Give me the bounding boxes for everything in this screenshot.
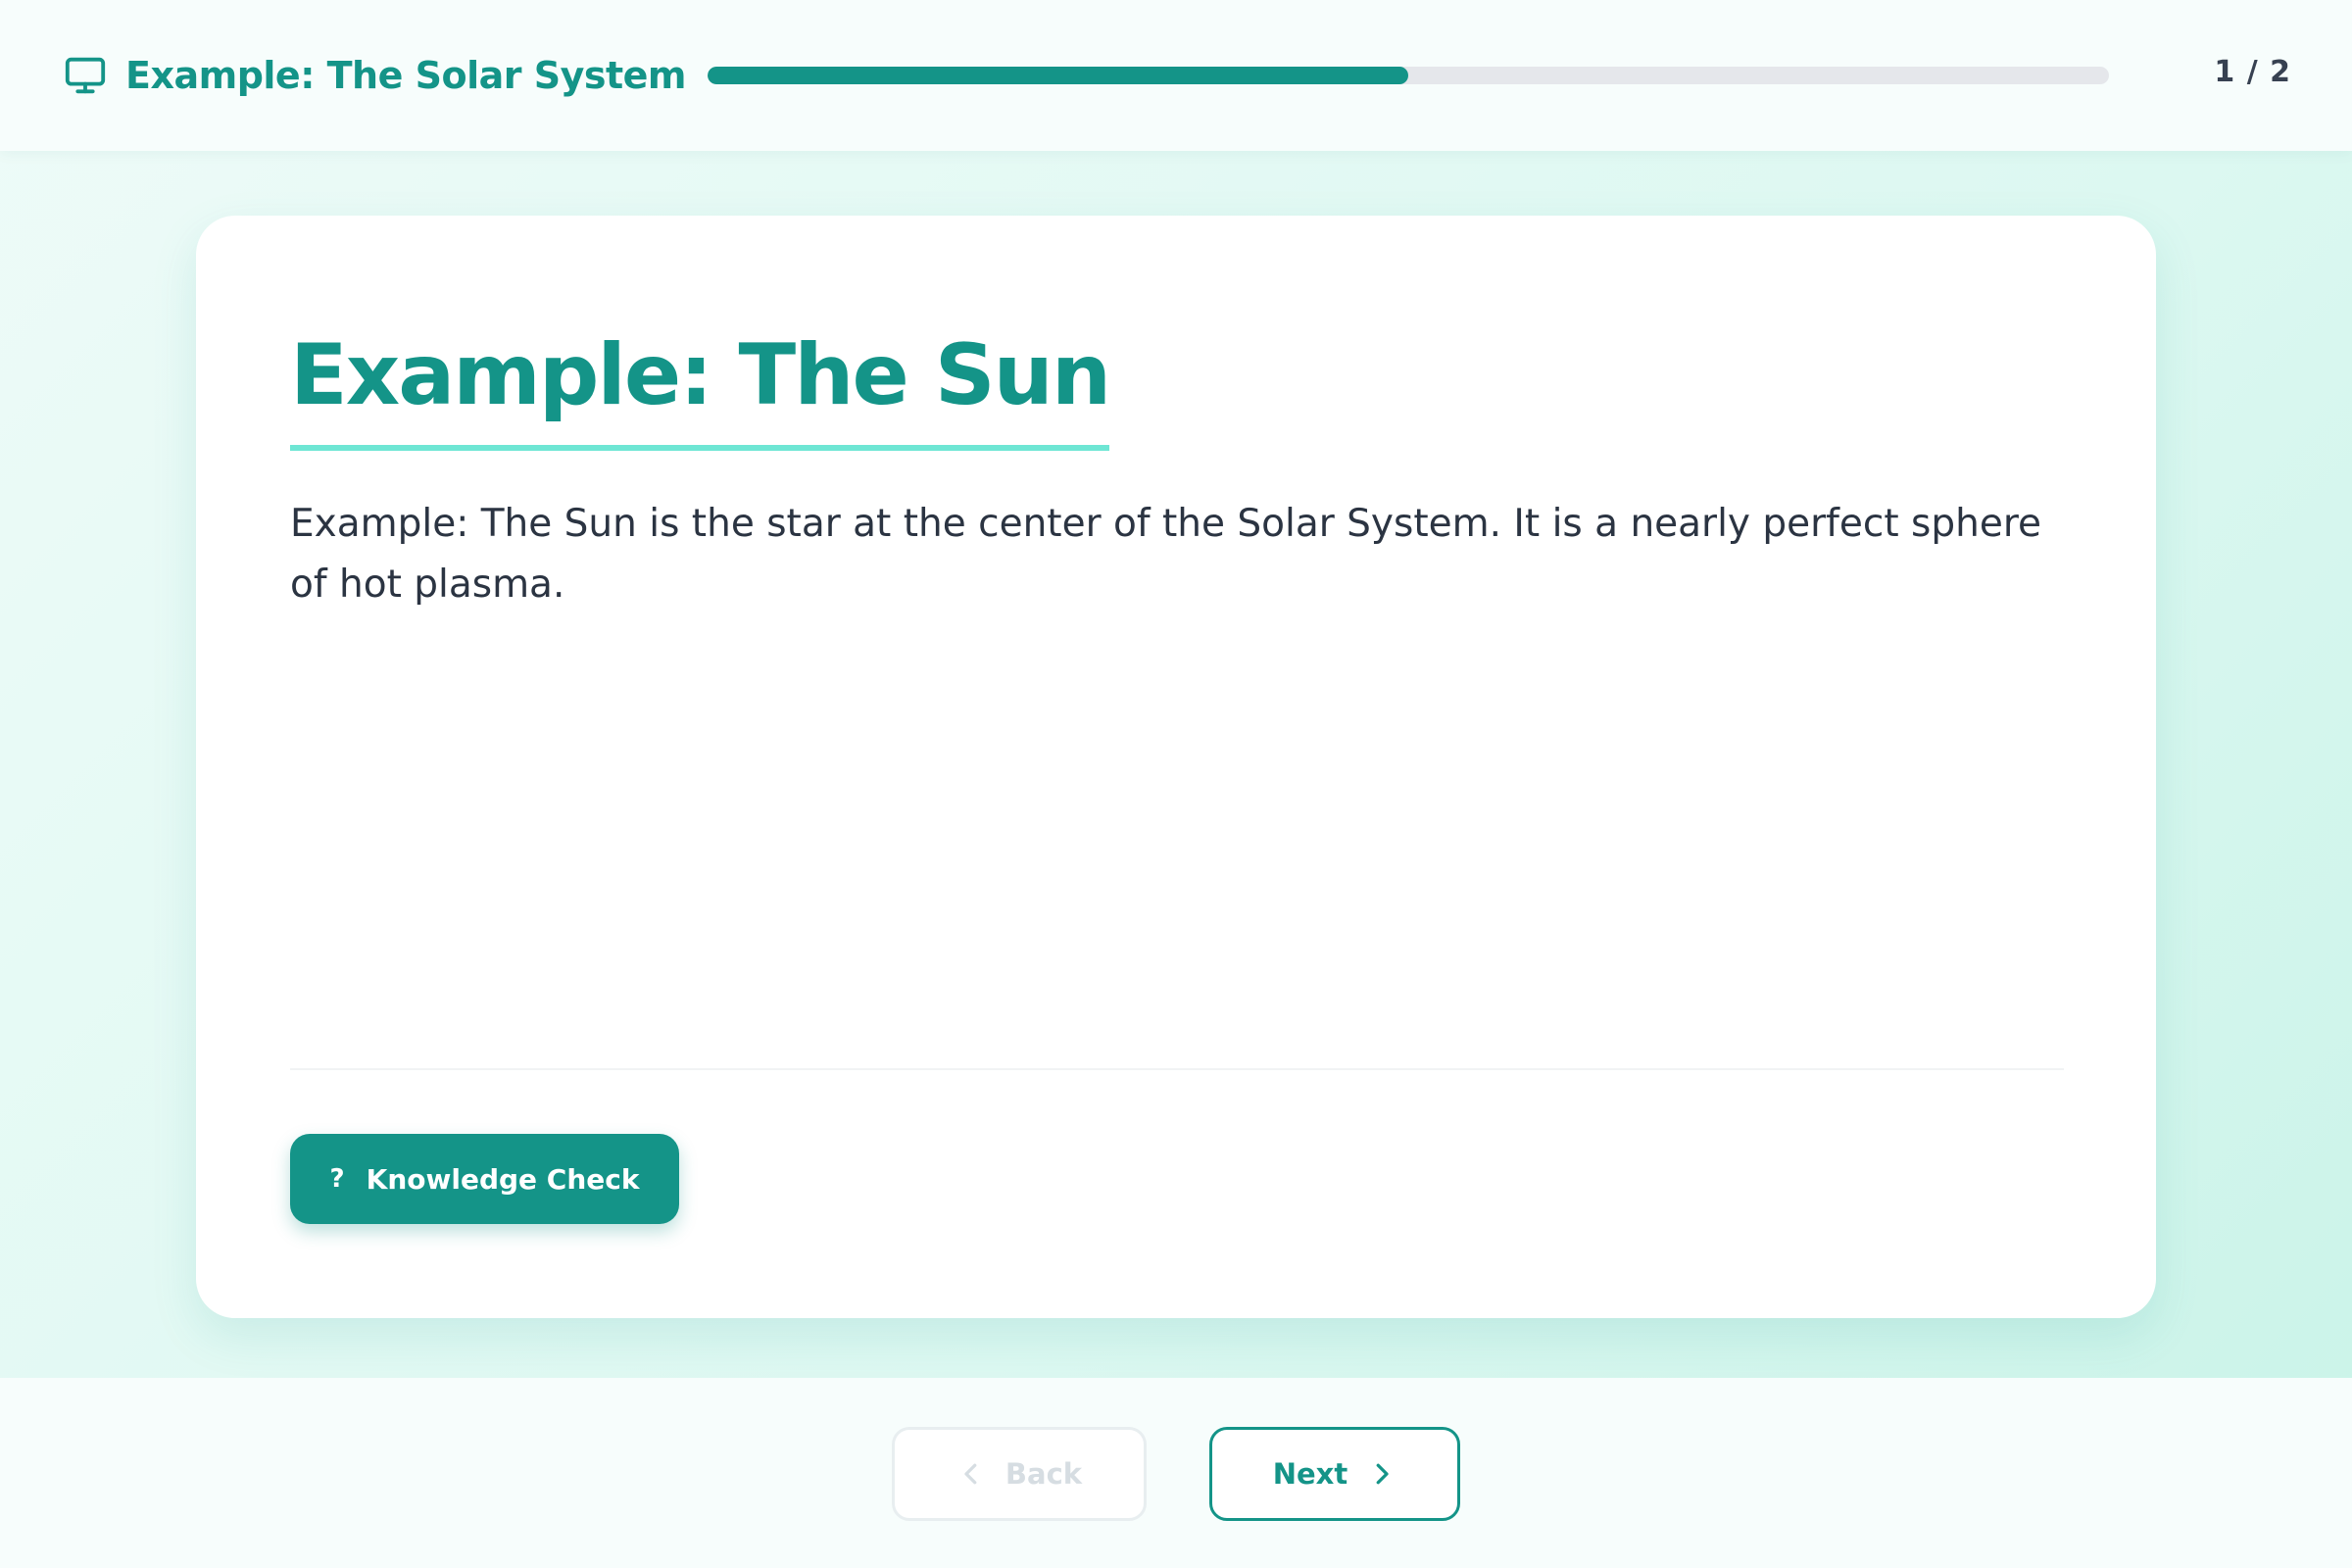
monitor-icon <box>65 57 106 94</box>
next-label: Next <box>1272 1457 1348 1491</box>
slide-counter: 1 / 2 <box>2214 55 2291 89</box>
slide-body: Example: The Sun is the star at the cent… <box>290 502 2041 607</box>
card-divider <box>290 1068 2064 1070</box>
course-player: Example: The Solar System 1 / 2 Example:… <box>0 0 2352 1568</box>
bottom-navigation: Back Next <box>0 1378 2352 1568</box>
top-bar: Example: The Solar System 1 / 2 <box>0 0 2352 151</box>
progress-bar <box>708 67 2109 84</box>
slide-title: Example: The Sun <box>290 321 1111 451</box>
chevron-left-icon <box>964 1463 977 1485</box>
knowledge-check-button[interactable]: ? Knowledge Check <box>290 1134 679 1224</box>
chevron-right-icon <box>1376 1463 1389 1485</box>
back-button[interactable]: Back <box>892 1427 1147 1521</box>
next-button[interactable]: Next <box>1209 1427 1460 1521</box>
progress-fill <box>708 67 1408 84</box>
slide-card: Example: The Sun Example: The Sun is the… <box>196 216 2156 1318</box>
question-icon: ? <box>329 1164 345 1194</box>
course-title: Example: The Solar System <box>125 54 687 97</box>
knowledge-check-label: Knowledge Check <box>366 1162 640 1196</box>
course-brand: Example: The Solar System <box>63 53 687 98</box>
back-label: Back <box>1004 1457 1083 1491</box>
